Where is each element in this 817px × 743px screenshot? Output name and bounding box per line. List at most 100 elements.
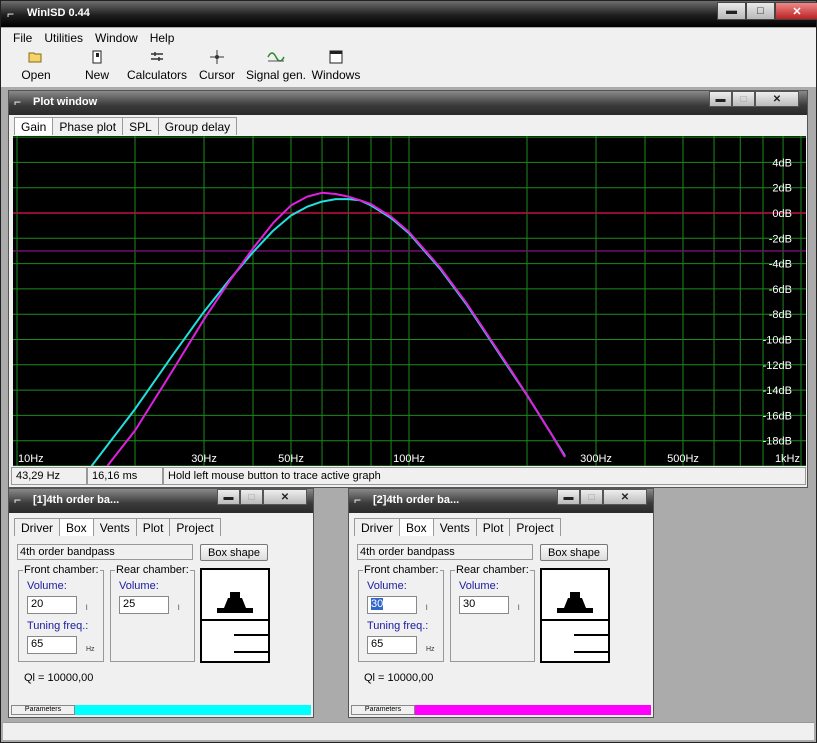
y-tick-label: -4dB [769,259,792,271]
tab-vents[interactable]: Vents [92,518,137,536]
minimize-button[interactable]: ▬ [717,2,746,20]
x-tick-label: 30Hz [191,453,217,465]
front-volume-unit: l [426,605,428,612]
box-type-field[interactable]: 4th order bandpass [357,544,533,560]
signal-gen-label: Signal gen. [245,68,307,82]
new-document-icon [77,50,117,68]
tab-project[interactable]: Project [169,518,221,536]
box-minimize-button[interactable]: ▬ [557,489,580,505]
x-tick-label: 1kHz [775,453,800,465]
tuning-freq-input[interactable]: 65 [367,636,417,654]
plot-maximize-button[interactable]: □ [732,91,755,107]
box-shape-button[interactable]: Box shape [540,544,608,561]
rear-volume-input[interactable]: 30 [459,596,509,614]
tab-project[interactable]: Project [509,518,561,536]
window-icon: ⌐ [14,95,22,109]
y-tick-label: 2dB [772,183,792,195]
x-tick-label: 10Hz [18,453,44,465]
rear-chamber-label: Rear chamber: [455,564,530,576]
tab-box[interactable]: Box [59,518,94,536]
menu-bar: File Utilities Window Help [1,28,816,48]
new-label: New [84,68,109,82]
plot-window-title: Plot window [33,96,98,108]
calculators-button[interactable]: Calculators [127,50,187,82]
plot-close-button[interactable]: ✕ [755,91,799,107]
parameters-label[interactable]: Parameters [11,705,75,715]
box-shape-button[interactable]: Box shape [200,544,268,561]
rear-volume-input[interactable]: 25 [119,596,169,614]
menu-help[interactable]: Help [144,31,181,45]
box-minimize-button[interactable]: ▬ [217,489,240,505]
y-tick-label: -14dB [763,385,792,397]
front-volume-input[interactable]: 30 [367,596,417,614]
x-tick-label: 50Hz [278,453,304,465]
tab-driver[interactable]: Driver [354,518,400,536]
box-window-title: [1]4th order ba... [33,494,120,506]
window-icon: ⌐ [14,493,22,507]
y-tick-label: -2dB [769,233,792,245]
y-tick-label: 0dB [772,208,792,220]
y-tick-label: -8dB [769,309,792,321]
tuning-freq-unit: Hz [426,646,435,653]
bandpass-box-diagram [542,592,608,653]
box-window-1: ⌐ [1]4th order ba... ▬ □ ✕ Driver Box Ve… [8,488,314,718]
gain-chart[interactable]: 4dB 2dB 0dB -2dB -4dB -6dB -8dB -10dB -12dB -14dB… [13,136,806,466]
status-frequency: 43,29 Hz [11,467,87,485]
front-chamber-label: Front chamber: [23,564,100,576]
toolbar: Open New Calculators Cursor Signal gen. [1,48,816,88]
box-maximize-button[interactable]: □ [240,489,263,505]
series-color-swatch [75,705,311,715]
box-close-button[interactable]: ✕ [603,489,647,505]
gain-plot[interactable]: 4dB 2dB 0dB -2dB -4dB -6dB -8dB -10dB -12dB -14dB… [13,136,806,466]
tab-driver[interactable]: Driver [14,518,60,536]
title-bar: ⌐ WinISD 0.44 ▬ □ ✕ [1,1,817,27]
box-window-2: ⌐ [2]4th order ba... ▬ □ ✕ Driver Box Ve… [348,488,654,718]
tab-group-delay[interactable]: Group delay [157,117,238,135]
rear-chamber-label: Rear chamber: [115,564,190,576]
front-chamber-label: Front chamber: [363,564,440,576]
menu-utilities[interactable]: Utilities [38,31,89,45]
x-tick-label: 100Hz [393,453,425,465]
y-tick-label: -10dB [763,335,792,347]
front-volume-selected-text: 30 [371,598,384,610]
status-hint: Hold left mouse button to trace active g… [163,467,806,485]
ql-value: Ql = 10000,00 [24,672,94,684]
main-window: ⌐ WinISD 0.44 ▬ □ ✕ File Utilities Windo… [0,0,817,743]
rear-volume-unit: l [518,605,520,612]
tab-vents[interactable]: Vents [432,518,477,536]
menu-window[interactable]: Window [89,31,144,45]
windows-button[interactable]: Windows [311,50,361,82]
plot-window-title-bar: ⌐ Plot window ▬ □ ✕ [9,91,807,115]
ql-value: Ql = 10000,00 [364,672,434,684]
maximize-button[interactable]: □ [746,2,775,20]
x-tick-label: 500Hz [667,453,699,465]
tuning-freq-label: Tuning freq.: [27,620,89,632]
tuning-freq-input[interactable]: 65 [27,636,77,654]
tab-plot[interactable]: Plot [135,518,171,536]
box-type-field[interactable]: 4th order bandpass [17,544,193,560]
tab-gain[interactable]: Gain [14,117,54,135]
front-volume-label: Volume: [27,580,67,592]
tab-phase-plot[interactable]: Phase plot [52,117,124,135]
signal-gen-button[interactable]: Signal gen. [245,50,307,82]
plot-window: ⌐ Plot window ▬ □ ✕ Gain Phase plot SPL … [8,90,808,488]
box-close-button[interactable]: ✕ [263,489,307,505]
tab-spl[interactable]: SPL [122,117,159,135]
cursor-button[interactable]: Cursor [197,50,237,82]
new-button[interactable]: New [77,50,117,82]
parameters-label[interactable]: Parameters [351,705,415,715]
calculator-icon [127,50,187,68]
tab-plot[interactable]: Plot [475,518,511,536]
front-volume-input[interactable]: 20 [27,596,77,614]
box-window-title: [2]4th order ba... [373,494,460,506]
open-button[interactable]: Open [15,50,57,82]
close-button[interactable]: ✕ [775,2,817,20]
calculators-label: Calculators [127,68,188,82]
box-maximize-button[interactable]: □ [580,489,603,505]
rear-volume-label: Volume: [459,580,499,592]
tab-box[interactable]: Box [399,518,434,536]
box-status-bar: Parameters [11,705,311,715]
crosshair-icon [197,50,237,68]
menu-file[interactable]: File [7,31,38,45]
plot-minimize-button[interactable]: ▬ [709,91,732,107]
